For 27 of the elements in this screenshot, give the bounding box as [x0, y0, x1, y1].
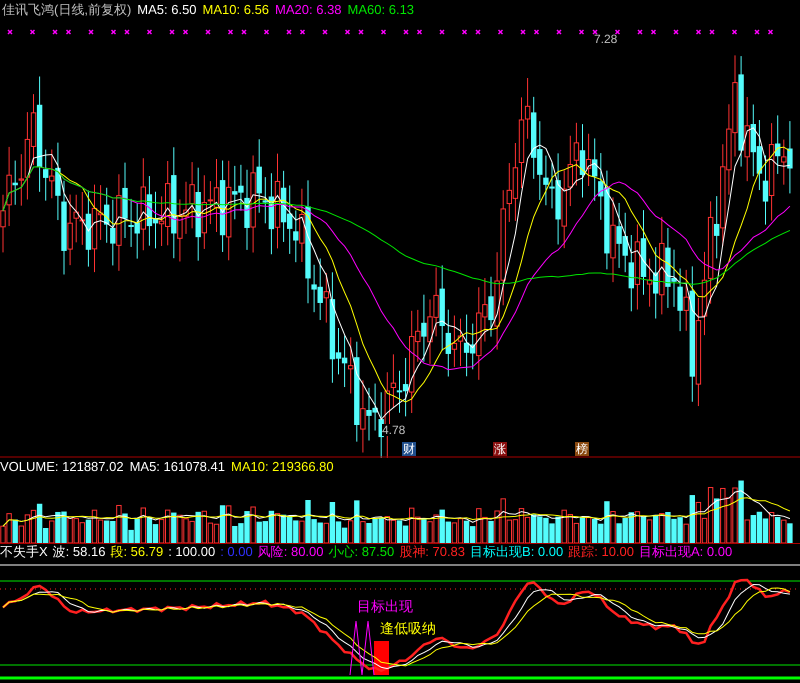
indicator-value: 目标出现B: 0.00 [470, 545, 564, 558]
signal-annotation: 目标出现 [357, 599, 413, 613]
volume-value: VOLUME: 121887.02 [0, 460, 124, 473]
indicator-value: : 0.00 [220, 545, 253, 558]
indicator-value: 段: 56.79 [110, 545, 164, 558]
indicator-value: 不失手X [0, 545, 48, 558]
low-price-label: 4.78 [382, 424, 406, 436]
ma-value: MA5: 6.50 [137, 2, 197, 16]
indicator-value: 波: 58.16 [52, 545, 106, 558]
indicator-value: 小心: 87.50 [328, 545, 394, 558]
ma-value: MA10: 6.56 [202, 2, 270, 16]
ma-value: MA20: 6.38 [275, 2, 342, 16]
signal-annotation: 逢低吸纳 [380, 621, 436, 635]
indicator-value: 股神: 70.83 [399, 545, 466, 558]
volume-value: MA10: 219366.80 [230, 460, 334, 473]
high-price-label: 7.28 [594, 33, 618, 45]
indicator-value: : 100.00 [168, 545, 216, 558]
indicator-value: 风险: 80.00 [258, 545, 324, 558]
ma-value: MA60: 6.13 [348, 2, 414, 16]
stock-title: 佳讯飞鸿(日线,前复权) [2, 2, 132, 16]
indicator-value: 跟踪: 10.00 [568, 545, 634, 558]
volume-value: MA5: 161078.41 [130, 460, 225, 473]
spike-drawing [350, 620, 374, 676]
event-tag[interactable]: 涨 [493, 442, 507, 456]
indicator-value: 目标出现A: 0.00 [639, 545, 732, 558]
event-tag[interactable]: 财 [402, 442, 416, 456]
event-tag[interactable]: 榜 [575, 442, 589, 456]
